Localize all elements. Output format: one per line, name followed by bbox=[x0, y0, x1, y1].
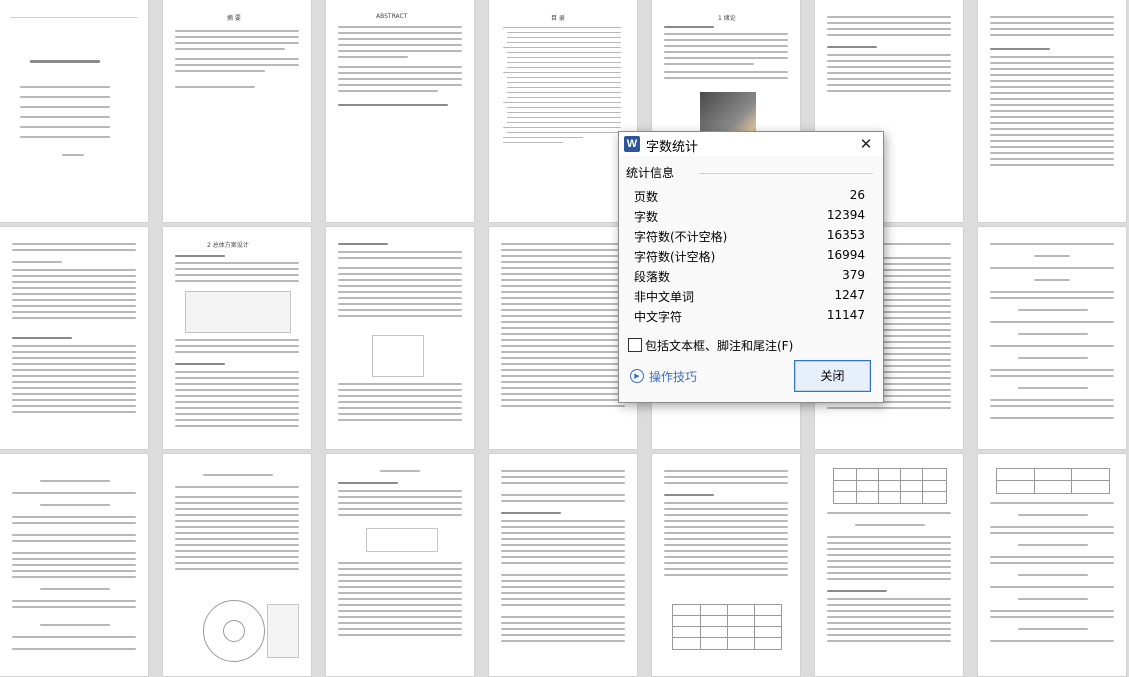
page-thumbnail-2[interactable]: 摘 要 bbox=[163, 0, 311, 222]
statistics-group-label: 统计信息 bbox=[626, 166, 675, 180]
stat-value: 26 bbox=[849, 188, 865, 202]
page-thumbnail-18[interactable] bbox=[489, 454, 637, 676]
figure-box bbox=[372, 335, 424, 377]
page-thumbnail-9[interactable]: 2 总体方案设计 bbox=[163, 227, 311, 449]
page-thumbnail-21[interactable] bbox=[978, 454, 1126, 676]
page-thumbnail-10[interactable] bbox=[326, 227, 474, 449]
stat-value: 1247 bbox=[834, 288, 865, 302]
page-thumbnail-17[interactable] bbox=[326, 454, 474, 676]
figure-circle bbox=[223, 620, 245, 642]
stat-row-chinese-chars: 中文字符 11147 bbox=[634, 305, 865, 325]
page-heading: 2 总体方案设计 bbox=[207, 242, 249, 249]
group-divider bbox=[699, 173, 873, 174]
stat-row-chars-with-spaces: 字符数(计空格) 16994 bbox=[634, 245, 865, 265]
stat-value: 12394 bbox=[826, 208, 865, 222]
dialog-title: 字数统计 bbox=[646, 140, 699, 155]
page-thumbnail-20[interactable] bbox=[815, 454, 963, 676]
stat-value: 379 bbox=[842, 268, 865, 282]
figure-box bbox=[366, 528, 438, 552]
page-thumbnail-grid: 摘 要 ABSTRACT 目 录 1 绪论 2 总体方案设计 bbox=[0, 0, 1129, 677]
page-thumbnail-3[interactable]: ABSTRACT bbox=[326, 0, 474, 222]
include-textboxes-label[interactable]: 包括文本框、脚注和尾注(F) bbox=[645, 337, 793, 354]
close-button[interactable]: 关闭 bbox=[794, 360, 871, 392]
stat-label: 段落数 bbox=[634, 270, 671, 284]
page-thumbnail-8[interactable] bbox=[0, 227, 148, 449]
stat-row-paragraphs: 段落数 379 bbox=[634, 265, 865, 285]
page-heading: 1 绪论 bbox=[718, 15, 736, 22]
page-thumbnail-19[interactable] bbox=[652, 454, 800, 676]
table-figure bbox=[996, 468, 1110, 494]
page-thumbnail-7[interactable] bbox=[978, 0, 1126, 222]
stat-label: 页数 bbox=[634, 190, 659, 204]
stat-label: 字数 bbox=[634, 210, 659, 224]
stat-label: 字符数(计空格) bbox=[634, 250, 716, 264]
table-figure bbox=[833, 468, 947, 504]
table-figure bbox=[672, 604, 782, 650]
dialog-titlebar[interactable]: W 字数统计 ✕ bbox=[619, 132, 883, 156]
page-heading: 目 录 bbox=[551, 15, 565, 22]
stat-row-pages: 页数 26 bbox=[634, 185, 865, 205]
stat-label: 非中文单词 bbox=[634, 290, 695, 304]
stat-value: 16994 bbox=[826, 248, 865, 262]
stat-value: 16353 bbox=[826, 228, 865, 242]
page-thumbnail-11[interactable] bbox=[489, 227, 637, 449]
word-icon: W bbox=[624, 136, 640, 152]
stat-row-words: 字数 12394 bbox=[634, 205, 865, 225]
word-count-dialog: W 字数统计 ✕ 统计信息 页数 26 字数 12394 字符数(不计空格) 1… bbox=[618, 131, 884, 403]
page-thumbnail-4[interactable]: 目 录 bbox=[489, 0, 637, 222]
include-textboxes-checkbox[interactable] bbox=[628, 338, 642, 352]
figure-box bbox=[267, 604, 299, 658]
play-circle-icon: ▶ bbox=[630, 369, 644, 383]
stat-value: 11147 bbox=[826, 308, 865, 322]
page-thumbnail-14[interactable] bbox=[978, 227, 1126, 449]
stat-label: 中文字符 bbox=[634, 310, 683, 324]
close-icon[interactable]: ✕ bbox=[855, 134, 877, 154]
stat-row-chars-no-spaces: 字符数(不计空格) 16353 bbox=[634, 225, 865, 245]
tips-label[interactable]: 操作技巧 bbox=[649, 368, 697, 385]
page-thumbnail-15[interactable] bbox=[0, 454, 148, 676]
page-thumbnail-16[interactable] bbox=[163, 454, 311, 676]
stat-label: 字符数(不计空格) bbox=[634, 230, 728, 244]
page-thumbnail-1[interactable] bbox=[0, 0, 148, 222]
page-heading: ABSTRACT bbox=[376, 13, 408, 20]
stat-row-non-chinese-words: 非中文单词 1247 bbox=[634, 285, 865, 305]
figure-box bbox=[185, 291, 291, 333]
page-heading: 摘 要 bbox=[227, 15, 241, 22]
